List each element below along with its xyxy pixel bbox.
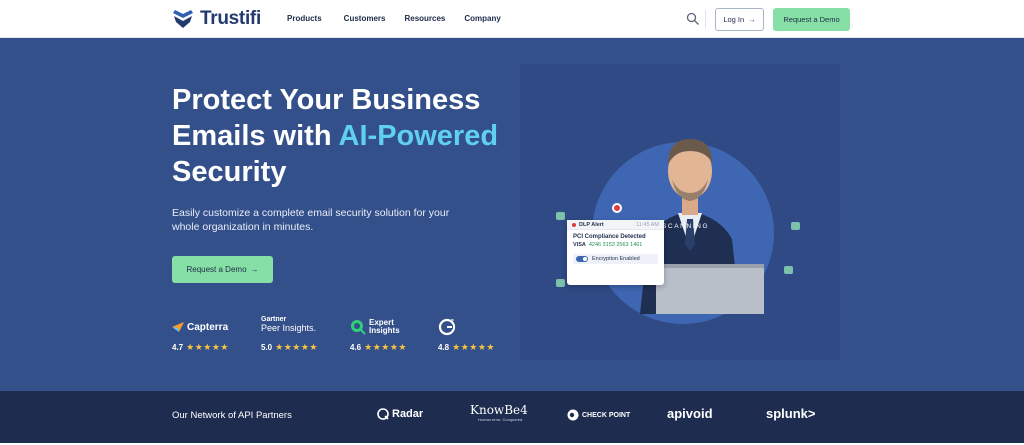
knowbe4-name: KnowBe4 [470, 403, 528, 417]
menu-item-products[interactable]: Products [287, 14, 322, 23]
arrow-right-icon: → [748, 15, 756, 24]
review-ratings: Capterra 4.7 ★★★★★ Gartner Peer Insights… [172, 316, 522, 356]
rating-score: 4.7 [172, 343, 184, 352]
splunk-name: splunk> [766, 406, 816, 421]
headline-line-2-prefix: Emails with [172, 120, 339, 152]
encryption-label: Encryption Enabled [592, 256, 640, 262]
partner-logo-splunk: splunk> [766, 406, 816, 421]
rating-capterra[interactable]: Capterra 4.7 ★★★★★ [172, 316, 229, 353]
data-chip-icon [791, 222, 800, 230]
checkpoint-logo-icon [567, 409, 579, 421]
radar-name: Radar [392, 408, 424, 420]
dlp-alert-card: DLP Alert 11:45 AM PCI Compliance Detect… [567, 220, 664, 285]
menu-item-resources[interactable]: Resources [404, 14, 445, 23]
login-button[interactable]: Log In → [715, 8, 764, 31]
brand-name: Trustifi [200, 8, 261, 29]
headline-line-3: Security [172, 156, 287, 188]
star-rating-icon: ★★★★★ [186, 342, 229, 352]
dlp-alert-time: 11:45 AM [636, 221, 659, 228]
capterra-name: Capterra [187, 321, 229, 333]
star-rating-icon: ★★★★★ [452, 342, 495, 352]
partner-logo-checkpoint: CHECK POINT [567, 409, 630, 421]
rating-expert-insights[interactable]: Expert Insights 4.6 ★★★★★ [350, 316, 407, 353]
partner-logo-radar: Radar [377, 408, 423, 420]
rating-gartner[interactable]: Gartner Peer Insights. 5.0 ★★★★★ [261, 316, 318, 353]
rating-score: 5.0 [261, 343, 273, 352]
insights-name: Insights [369, 326, 400, 335]
trustifi-logo[interactable]: Trustifi [172, 8, 261, 30]
hero-subheading: Easily customize a complete email securi… [172, 207, 450, 233]
knowbe4-tagline: Human error. Conquered. [478, 417, 524, 422]
hero-headline: Protect Your Business Emails with AI-Pow… [172, 82, 532, 190]
peer-insights-name: Peer Insights. [261, 323, 317, 333]
rating-score: 4.8 [438, 343, 450, 352]
arrow-right-icon: → [250, 265, 259, 274]
expert-insights-logo-icon [351, 320, 366, 335]
apivoid-name: apivoid [667, 406, 713, 421]
data-chip-icon [556, 279, 565, 287]
hero-illustration: SCANNING DLP Alert 11:45 AM PCI Complian… [520, 64, 840, 360]
partners-label: Our Network of API Partners [172, 410, 292, 421]
hero-cta-label: Request a Demo [186, 265, 247, 274]
request-demo-label: Request a Demo [783, 15, 840, 24]
visa-label: VISA [573, 242, 586, 248]
hero-section: Protect Your Business Emails with AI-Pow… [0, 38, 1024, 391]
pci-compliance-text: PCI Compliance Detected [573, 234, 646, 240]
rating-g2[interactable]: 2 G2 4.8 ★★★★★ [438, 316, 495, 353]
request-demo-button-nav[interactable]: Request a Demo [773, 8, 850, 31]
data-chip-icon [784, 266, 793, 274]
top-navbar: Trustifi Products Customers Resources Co… [0, 0, 1024, 38]
login-label: Log In [723, 15, 745, 24]
alert-indicator-dot [612, 203, 622, 213]
trustifi-logo-icon [173, 10, 193, 28]
radar-logo-icon [377, 408, 389, 420]
request-demo-button-hero[interactable]: Request a Demo → [172, 256, 273, 283]
capterra-logo-icon [172, 322, 184, 332]
data-chip-icon [556, 212, 565, 220]
g2-logo-superscript: 2 [451, 319, 454, 325]
alert-dot-icon [572, 222, 576, 227]
star-rating-icon: ★★★★★ [275, 342, 318, 352]
rating-score: 4.6 [350, 343, 362, 352]
expert-insights-name: Expert Insights [369, 319, 400, 335]
headline-line-2: Emails with AI-Powered [172, 118, 532, 154]
toggle-icon [576, 256, 588, 262]
headline-line-1: Protect Your Business [172, 84, 481, 116]
partner-logo-apivoid: apivoid [667, 406, 713, 421]
card-number: 4246 3153 2563 1461 [588, 242, 643, 248]
encryption-status: Encryption Enabled [573, 254, 658, 264]
gartner-name: Gartner [261, 316, 287, 323]
dlp-alert-title: DLP Alert [579, 221, 604, 228]
menu-item-customers[interactable]: Customers [344, 14, 386, 23]
api-partners-bar: Our Network of API Partners Radar KnowBe… [0, 391, 1024, 443]
nav-divider [705, 10, 706, 28]
scanning-label: SCANNING [662, 223, 710, 230]
search-icon[interactable] [686, 12, 700, 26]
main-menu: Products Customers Resources Company [287, 14, 527, 23]
star-rating-icon: ★★★★★ [364, 342, 407, 352]
headline-accent: AI-Powered [338, 120, 499, 152]
checkpoint-name: CHECK POINT [582, 411, 631, 419]
menu-item-company[interactable]: Company [464, 14, 500, 23]
g2-logo-icon: 2 [438, 318, 456, 336]
partner-logo-knowbe4: KnowBe4 Human error. Conquered. [470, 403, 528, 422]
